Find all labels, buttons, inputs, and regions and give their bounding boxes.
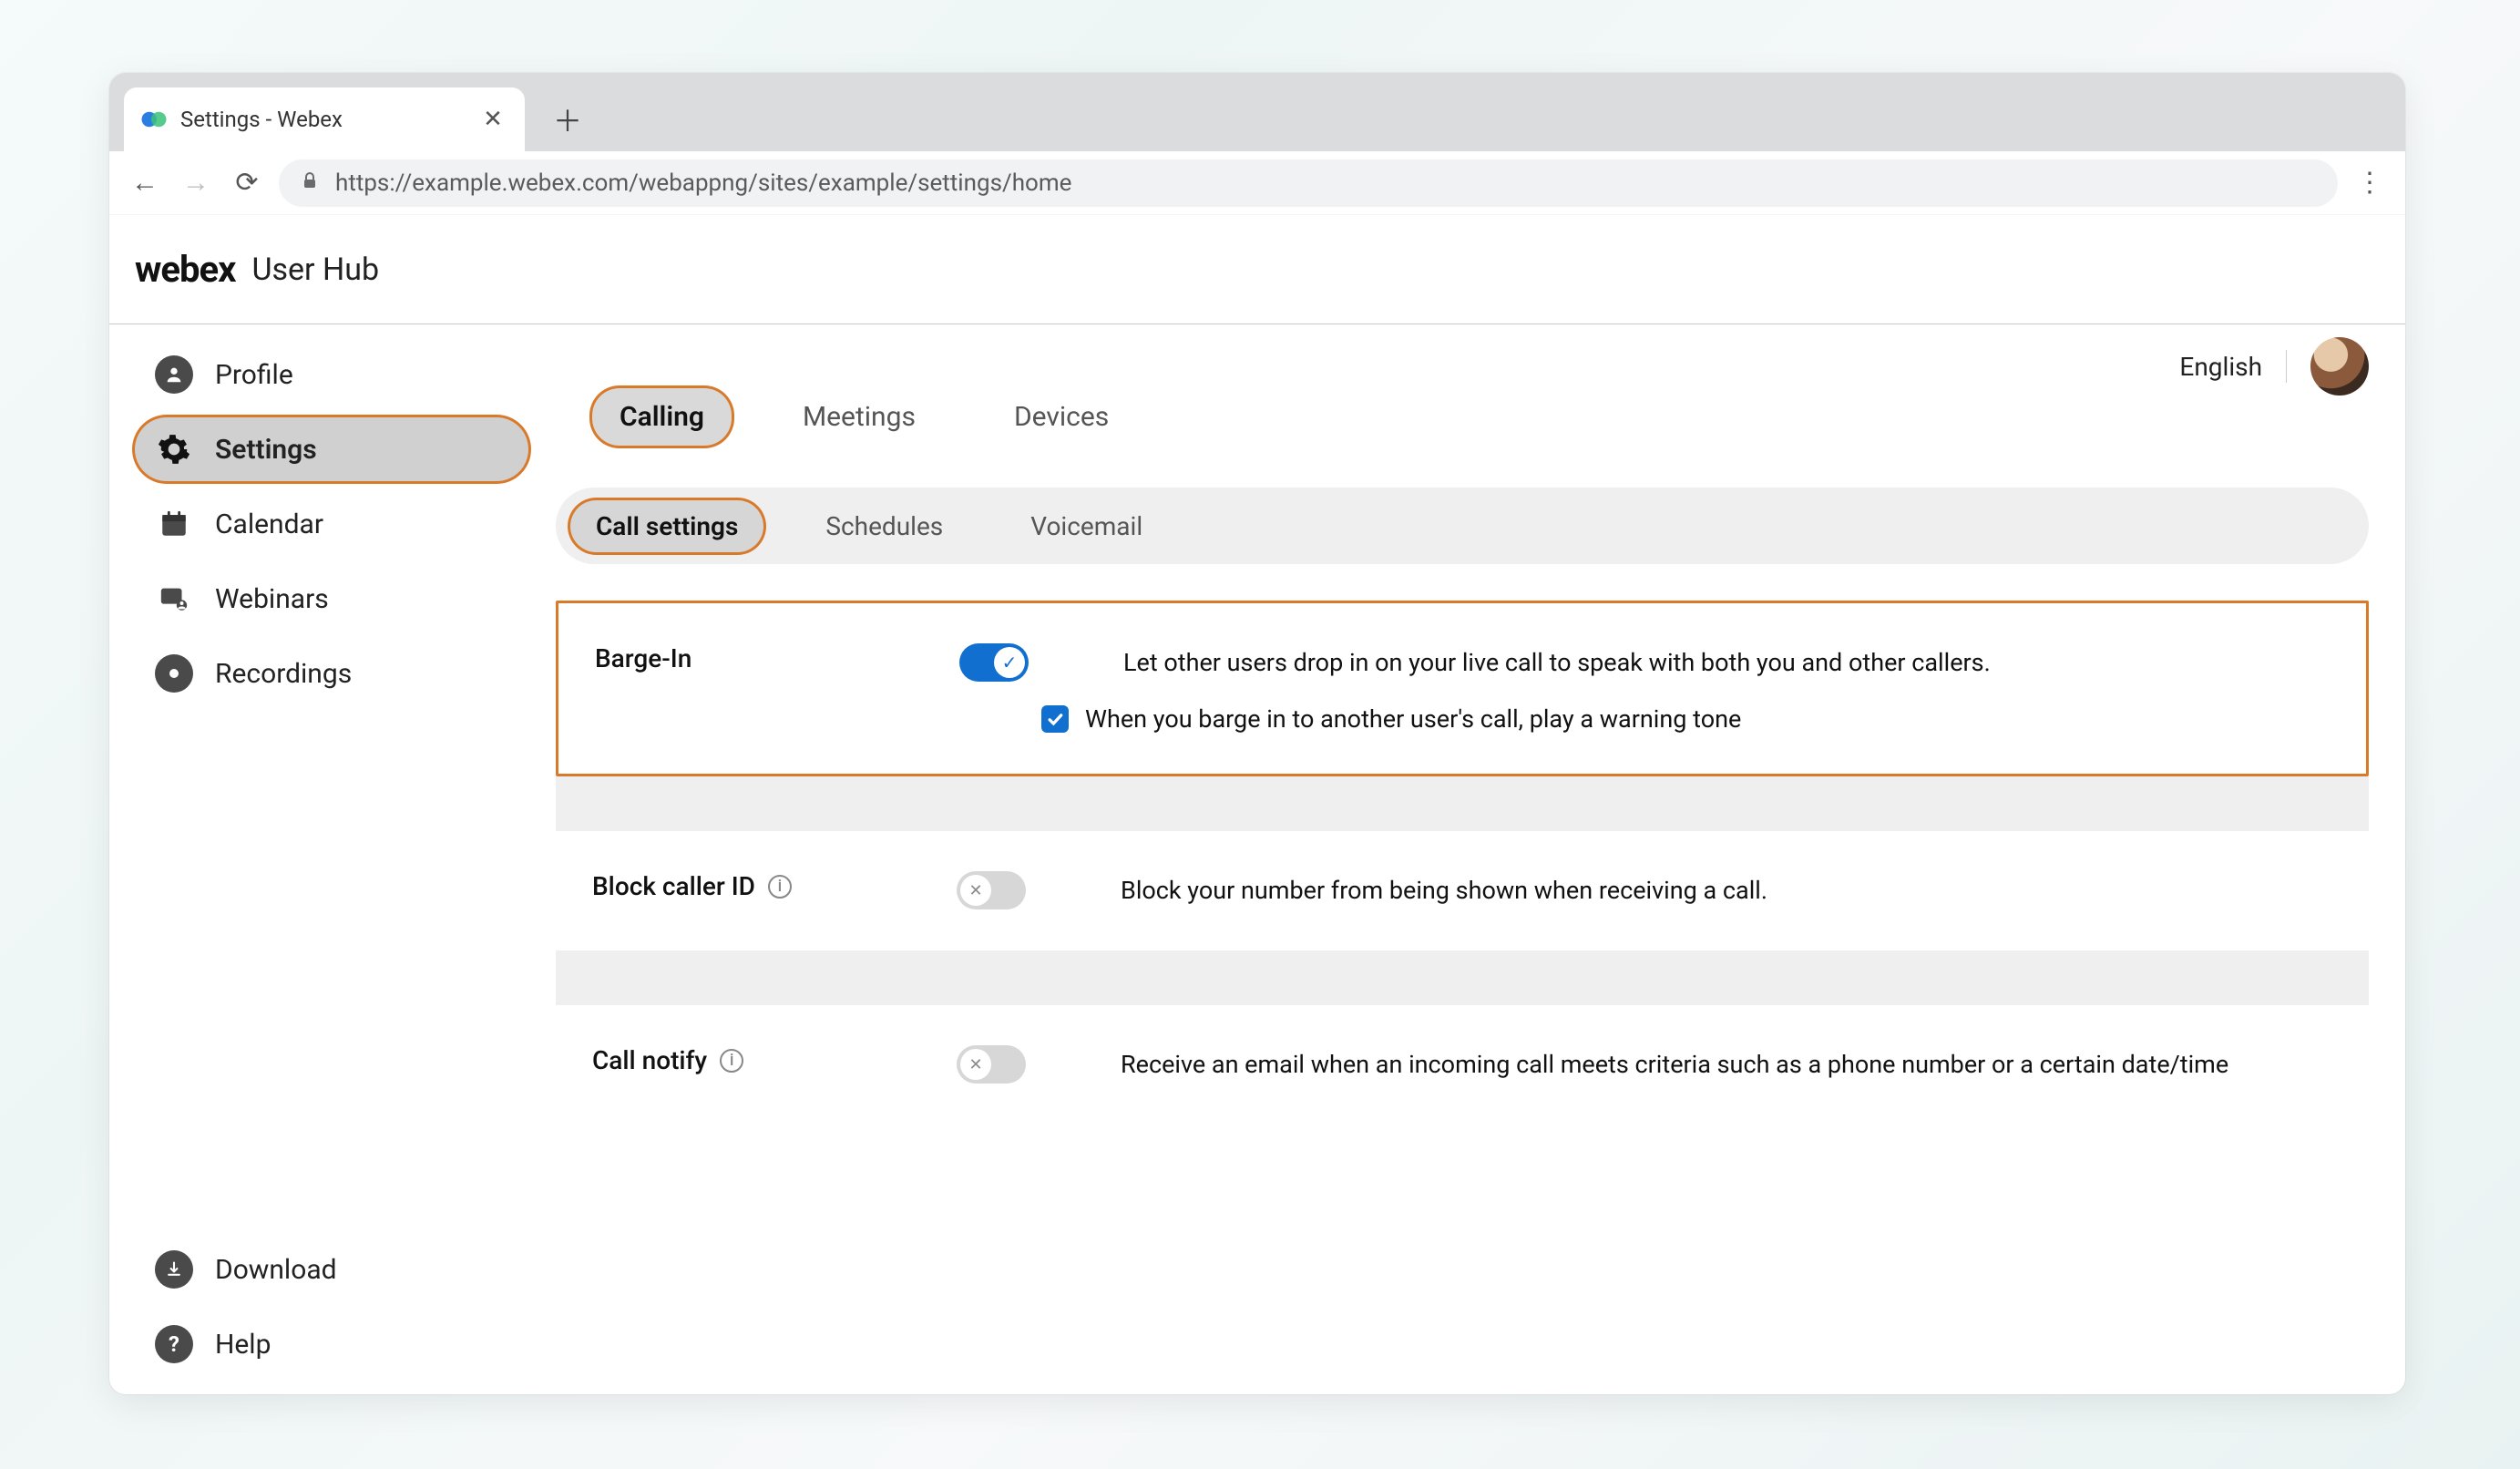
lock-icon bbox=[301, 171, 319, 195]
setting-title: Barge-In bbox=[595, 643, 923, 673]
setting-block-caller-id: Block caller ID i Block your number from… bbox=[556, 831, 2369, 950]
checkbox-label: When you barge in to another user's call… bbox=[1085, 704, 1741, 734]
setting-description: Let other users drop in on your live cal… bbox=[1123, 643, 2330, 683]
sidebar-item-label: Help bbox=[215, 1329, 271, 1361]
new-tab-button[interactable]: ＋ bbox=[545, 97, 590, 142]
sidebar-item-profile[interactable]: Profile bbox=[135, 343, 528, 406]
user-icon bbox=[155, 355, 193, 394]
brand-logo: webex bbox=[135, 248, 235, 291]
top-right-controls: English bbox=[2179, 337, 2369, 396]
tab-label: Calling bbox=[620, 401, 704, 433]
card-gap bbox=[556, 776, 2369, 831]
sidebar-item-recordings[interactable]: Recordings bbox=[135, 642, 528, 705]
info-icon[interactable]: i bbox=[768, 875, 792, 899]
info-icon[interactable]: i bbox=[720, 1049, 743, 1073]
browser-tab-active[interactable]: Settings - Webex ✕ bbox=[124, 87, 525, 151]
subtab-label: Schedules bbox=[825, 511, 943, 541]
sidebar-item-label: Calendar bbox=[215, 508, 323, 540]
help-icon: ? bbox=[155, 1325, 193, 1363]
tab-calling[interactable]: Calling bbox=[592, 388, 732, 446]
sidebar-item-calendar[interactable]: Calendar bbox=[135, 492, 528, 556]
avatar[interactable] bbox=[2310, 337, 2369, 396]
webex-favicon bbox=[140, 106, 168, 133]
webinar-icon bbox=[155, 580, 193, 618]
setting-title-text: Barge-In bbox=[595, 643, 691, 673]
browser-tab-title: Settings - Webex bbox=[180, 107, 465, 132]
calendar-icon bbox=[155, 505, 193, 543]
setting-body: Let other users drop in on your live cal… bbox=[1123, 643, 2330, 734]
sidebar-item-help[interactable]: ? Help bbox=[135, 1312, 528, 1376]
forward-button[interactable]: → bbox=[177, 164, 215, 202]
sidebar-item-label: Download bbox=[215, 1254, 337, 1286]
setting-description: Receive an email when an incoming call m… bbox=[1121, 1045, 2332, 1084]
address-bar[interactable]: https://example.webex.com/webappng/sites… bbox=[279, 159, 2338, 207]
subtab-label: Call settings bbox=[596, 511, 738, 541]
setting-call-notify: Call notify i Receive an email when an i… bbox=[556, 1005, 2369, 1125]
setting-title-text: Block caller ID bbox=[592, 871, 755, 901]
language-selector[interactable]: English bbox=[2179, 352, 2262, 382]
browser-window: Settings - Webex ✕ ＋ ← → ⟳ https://examp… bbox=[109, 73, 2405, 1394]
sidebar-item-settings[interactable]: Settings bbox=[135, 417, 528, 481]
browser-tabstrip: Settings - Webex ✕ ＋ bbox=[109, 73, 2405, 151]
sidebar-item-label: Recordings bbox=[215, 658, 352, 690]
sidebar-item-webinars[interactable]: Webinars bbox=[135, 567, 528, 631]
brand-subtitle: User Hub bbox=[251, 252, 379, 288]
back-button[interactable]: ← bbox=[126, 164, 164, 202]
setting-title-text: Call notify bbox=[592, 1045, 707, 1075]
setting-barge-in: Barge-In Let other users drop in on your… bbox=[556, 601, 2369, 776]
tab-meetings[interactable]: Meetings bbox=[775, 388, 943, 446]
tab-devices[interactable]: Devices bbox=[987, 388, 1136, 446]
subtab-call-settings[interactable]: Call settings bbox=[570, 500, 763, 552]
subtab-label: Voicemail bbox=[1030, 511, 1142, 541]
call-notify-toggle[interactable] bbox=[957, 1045, 1026, 1084]
reload-button[interactable]: ⟳ bbox=[228, 164, 266, 202]
browser-toolbar: ← → ⟳ https://example.webex.com/webappng… bbox=[109, 151, 2405, 215]
settings-list: Barge-In Let other users drop in on your… bbox=[556, 601, 2369, 1125]
barge-in-warning-tone-row: When you barge in to another user's call… bbox=[1041, 704, 2330, 734]
tab-label: Meetings bbox=[803, 401, 916, 433]
sub-tabs: Call settings Schedules Voicemail bbox=[556, 488, 2369, 564]
subtab-voicemail[interactable]: Voicemail bbox=[1005, 500, 1168, 552]
close-icon[interactable]: ✕ bbox=[477, 104, 508, 135]
download-icon bbox=[155, 1250, 193, 1289]
tab-label: Devices bbox=[1014, 401, 1109, 433]
app-content: Profile Settings Calendar bbox=[109, 324, 2405, 1394]
main-tabs: Calling Meetings Devices bbox=[547, 343, 2378, 446]
sidebar-item-download[interactable]: Download bbox=[135, 1238, 528, 1301]
card-gap bbox=[556, 950, 2369, 1005]
barge-in-toggle[interactable] bbox=[959, 643, 1029, 682]
setting-title: Block caller ID i bbox=[592, 871, 920, 901]
main-panel: English Calling Meetings Devices bbox=[547, 324, 2405, 1394]
barge-in-warning-tone-checkbox[interactable] bbox=[1041, 705, 1069, 733]
subtab-schedules[interactable]: Schedules bbox=[800, 500, 968, 552]
url-text: https://example.webex.com/webappng/sites… bbox=[335, 170, 1071, 197]
sidebar: Profile Settings Calendar bbox=[109, 324, 547, 1394]
record-icon bbox=[155, 654, 193, 693]
setting-title: Call notify i bbox=[592, 1045, 920, 1075]
sidebar-item-label: Settings bbox=[215, 434, 317, 466]
sidebar-item-label: Profile bbox=[215, 359, 293, 391]
sidebar-item-label: Webinars bbox=[215, 583, 329, 615]
setting-description: Block your number from being shown when … bbox=[1121, 871, 2332, 910]
app-header: webex User Hub bbox=[109, 215, 2405, 324]
gear-icon bbox=[155, 430, 193, 468]
block-caller-id-toggle[interactable] bbox=[957, 871, 1026, 909]
browser-menu-button[interactable]: ⋮ bbox=[2351, 164, 2389, 202]
divider bbox=[2286, 350, 2287, 383]
